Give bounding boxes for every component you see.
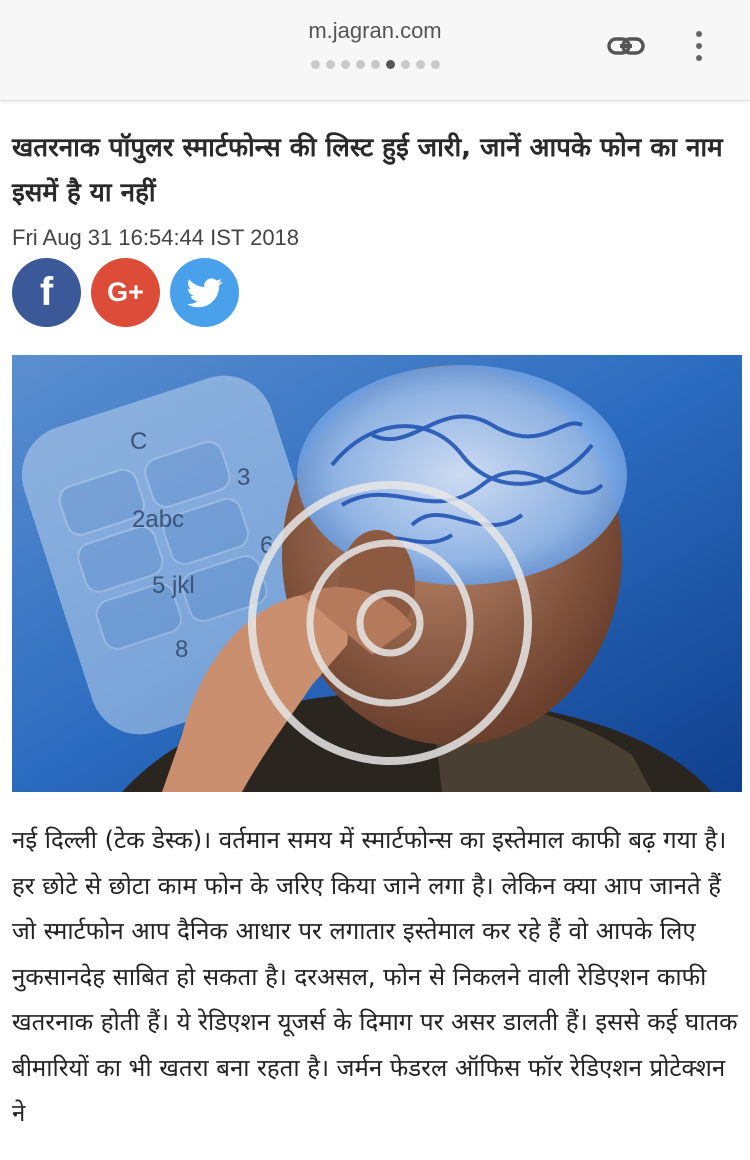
link-icon[interactable] bbox=[606, 30, 646, 62]
tab-dot[interactable] bbox=[385, 60, 395, 69]
keypad-key-5: 5 jkl bbox=[152, 572, 195, 599]
browser-toolbar: m.jagran.com bbox=[0, 0, 750, 101]
keypad-key-c: C bbox=[130, 428, 147, 455]
article-headline: खतरनाक पॉपुलर स्मार्टफोन्स की लिस्ट हुई … bbox=[12, 133, 723, 208]
google-plus-icon: G+ bbox=[107, 277, 144, 307]
twitter-share-button[interactable] bbox=[170, 258, 239, 327]
keypad-key-3: 3 bbox=[237, 464, 250, 491]
tab-dot[interactable] bbox=[430, 60, 440, 69]
keypad-key-8: 8 bbox=[175, 636, 188, 663]
twitter-bird-icon bbox=[186, 277, 222, 307]
facebook-share-button[interactable]: f bbox=[12, 258, 81, 327]
article-hero-image: C 2abc 3 5 jkl 6 8 bbox=[12, 355, 742, 792]
article-body: नई दिल्ली (टेक डेस्क)। वर्तमान समय में स… bbox=[12, 826, 738, 1127]
tab-dot[interactable] bbox=[355, 60, 365, 69]
tab-dot[interactable] bbox=[325, 60, 335, 69]
tab-dot[interactable] bbox=[415, 60, 425, 69]
tab-dot[interactable] bbox=[310, 60, 320, 69]
tab-dot[interactable] bbox=[400, 60, 410, 69]
google-plus-share-button[interactable]: G+ bbox=[91, 258, 160, 327]
keypad-key-2: 2abc bbox=[132, 506, 184, 533]
article-date: Fri Aug 31 16:54:44 IST 2018 bbox=[12, 225, 300, 250]
more-options-icon[interactable] bbox=[688, 28, 710, 64]
tab-dot[interactable] bbox=[370, 60, 380, 69]
tab-dot[interactable] bbox=[340, 60, 350, 69]
facebook-icon: f bbox=[39, 270, 54, 314]
